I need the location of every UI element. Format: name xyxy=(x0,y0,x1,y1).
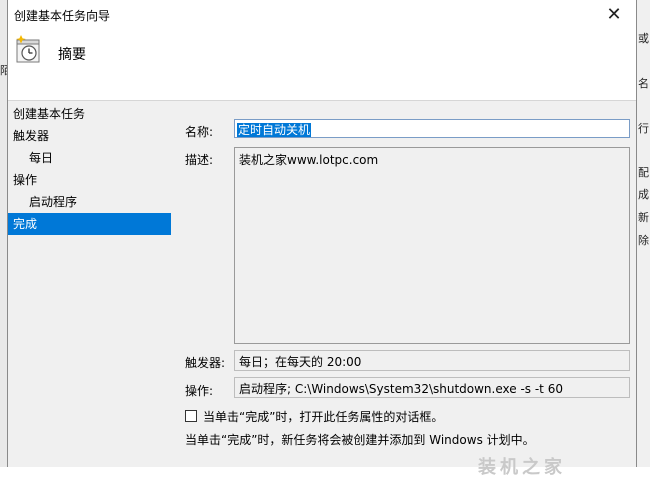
task-name-value: 定时自动关机 xyxy=(237,123,312,137)
task-name-input[interactable]: 定时自动关机 xyxy=(234,119,630,138)
name-label: 名称: xyxy=(185,125,214,139)
background-right-text: 除 xyxy=(638,234,649,247)
nav-step-trigger[interactable]: 触发器 xyxy=(8,125,171,147)
title-bar[interactable]: 创建基本任务向导 ✕ xyxy=(8,0,636,30)
watermark-text: 装机之家 xyxy=(478,457,566,478)
background-window-right: 或 名 行 配 成 新 除 xyxy=(636,0,650,467)
action-value: 启动程序; C:\Windows\System32\shutdown.exe -… xyxy=(239,382,563,396)
background-right-text: 或 xyxy=(638,32,649,45)
nav-step-finish[interactable]: 完成 xyxy=(8,213,171,235)
finish-note: 当单击“完成”时，新任务将会被创建并添加到 Windows 计划中。 xyxy=(185,433,535,447)
close-icon: ✕ xyxy=(606,4,622,25)
background-right-text: 成 xyxy=(638,188,649,201)
create-basic-task-dialog: 创建基本任务向导 ✕ 摘要 创建基本任务 触发器 每日 操作 启动程序 完成 名… xyxy=(7,0,637,478)
nav-step-create-task[interactable]: 创建基本任务 xyxy=(8,103,171,125)
window-title: 创建基本任务向导 xyxy=(14,9,111,23)
description-value: 装机之家www.lotpc.com xyxy=(239,153,379,167)
background-right-text: 名 xyxy=(638,77,649,90)
nav-step-action[interactable]: 操作 xyxy=(8,169,171,191)
open-properties-label[interactable]: 当单击“完成”时，打开此任务属性的对话框。 xyxy=(203,408,443,425)
description-label: 描述: xyxy=(185,153,214,167)
trigger-label: 触发器: xyxy=(185,356,226,370)
close-button[interactable]: ✕ xyxy=(592,0,636,30)
task-clock-icon xyxy=(16,35,40,63)
nav-step-daily[interactable]: 每日 xyxy=(8,147,171,169)
trigger-value: 每日；在每天的 20:00 xyxy=(239,355,362,369)
wizard-header: 摘要 xyxy=(8,30,636,101)
background-right-text: 配 xyxy=(638,166,649,179)
background-right-text: 行 xyxy=(638,122,649,135)
action-value-box: 启动程序; C:\Windows\System32\shutdown.exe -… xyxy=(234,377,630,398)
action-label: 操作: xyxy=(185,384,214,398)
nav-step-start-program[interactable]: 启动程序 xyxy=(8,191,171,213)
description-field[interactable]: 装机之家www.lotpc.com xyxy=(234,147,630,344)
open-properties-checkbox[interactable] xyxy=(185,410,197,422)
trigger-value-box: 每日；在每天的 20:00 xyxy=(234,350,630,371)
page-title: 摘要 xyxy=(58,47,86,63)
background-right-text: 新 xyxy=(638,211,649,224)
wizard-body: 创建基本任务 触发器 每日 操作 启动程序 完成 名称: 定时自动关机 描述: … xyxy=(8,101,636,478)
